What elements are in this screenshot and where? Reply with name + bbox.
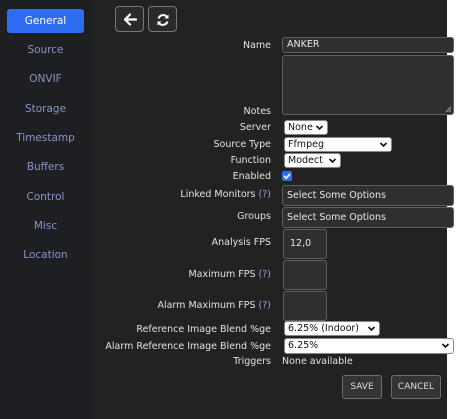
sidebar-item-timestamp[interactable]: Timestamp	[7, 126, 84, 150]
back-button[interactable]	[115, 6, 144, 32]
function-select[interactable]: Modect	[284, 153, 341, 168]
name-input[interactable]: ANKER	[282, 37, 454, 53]
cancel-button[interactable]: CANCEL	[391, 375, 441, 399]
linked-monitors-help[interactable]: (?)	[259, 189, 271, 200]
resize-handle-icon[interactable]	[445, 106, 452, 113]
alarm-reference-blend-select[interactable]: 6.25%	[284, 338, 454, 354]
sidebar-item-storage[interactable]: Storage	[7, 97, 84, 121]
maximum-fps-input[interactable]	[283, 260, 327, 290]
server-label: Server	[239, 122, 271, 133]
name-label: Name	[242, 40, 271, 51]
chevron-down-icon	[367, 326, 376, 332]
maximum-fps-label-text: Maximum FPS	[188, 269, 256, 280]
alarm-reference-blend-select-value: 6.25%	[288, 340, 319, 351]
enabled-label: Enabled	[232, 171, 271, 182]
groups-label: Groups	[237, 211, 271, 222]
alarm-reference-blend-label: Alarm Reference Image Blend %ge	[105, 341, 271, 352]
sidebar-item-source[interactable]: Source	[7, 38, 84, 62]
refresh-icon	[157, 14, 169, 26]
chevron-down-icon	[315, 125, 324, 131]
refresh-button[interactable]	[148, 6, 177, 32]
sidebar: General Source ONVIF Storage Timestamp B…	[0, 0, 91, 419]
chevron-down-icon	[441, 343, 450, 349]
function-label: Function	[230, 155, 271, 166]
maximum-fps-label: Maximum FPS (?)	[120, 269, 271, 280]
alarm-maximum-fps-help[interactable]: (?)	[259, 300, 271, 311]
chevron-down-icon	[328, 158, 337, 164]
analysis-fps-label: Analysis FPS	[211, 237, 271, 248]
sidebar-item-control[interactable]: Control	[7, 185, 84, 209]
reference-blend-select-value: 6.25% (Indoor)	[288, 323, 359, 334]
sidebar-item-location[interactable]: Location	[7, 243, 84, 267]
triggers-label: Triggers	[233, 356, 271, 367]
source-type-label: Source Type	[213, 139, 271, 150]
save-button[interactable]: SAVE	[342, 375, 382, 399]
notes-label: Notes	[243, 106, 271, 117]
groups-select[interactable]: Select Some Options	[282, 207, 454, 228]
chevron-down-icon	[379, 142, 388, 148]
sidebar-item-onvif[interactable]: ONVIF	[7, 67, 84, 91]
sidebar-item-misc[interactable]: Misc	[7, 214, 84, 238]
arrow-left-icon	[123, 13, 137, 26]
notes-textarea[interactable]	[282, 55, 454, 115]
linked-monitors-label: Linked Monitors (?)	[120, 189, 271, 200]
server-select-value: None	[288, 122, 313, 133]
analysis-fps-input[interactable]: 12,0	[283, 229, 327, 259]
source-type-select[interactable]: Ffmpeg	[284, 137, 392, 152]
alarm-maximum-fps-label-text: Alarm Maximum FPS	[157, 300, 256, 311]
checkmark-icon	[283, 173, 291, 180]
reference-blend-select[interactable]: 6.25% (Indoor)	[284, 321, 380, 336]
sidebar-item-buffers[interactable]: Buffers	[7, 155, 84, 179]
reference-blend-label: Reference Image Blend %ge	[136, 324, 271, 335]
maximum-fps-help[interactable]: (?)	[259, 269, 271, 280]
linked-monitors-label-text: Linked Monitors	[180, 189, 256, 200]
server-select[interactable]: None	[284, 120, 328, 135]
sidebar-item-general[interactable]: General	[7, 9, 84, 33]
alarm-maximum-fps-label: Alarm Maximum FPS (?)	[120, 300, 271, 311]
alarm-maximum-fps-input[interactable]	[283, 291, 327, 321]
linked-monitors-select[interactable]: Select Some Options	[282, 185, 454, 206]
enabled-checkbox[interactable]	[282, 171, 292, 181]
source-type-select-value: Ffmpeg	[288, 139, 324, 150]
triggers-value: None available	[282, 356, 353, 367]
function-select-value: Modect	[288, 155, 323, 166]
